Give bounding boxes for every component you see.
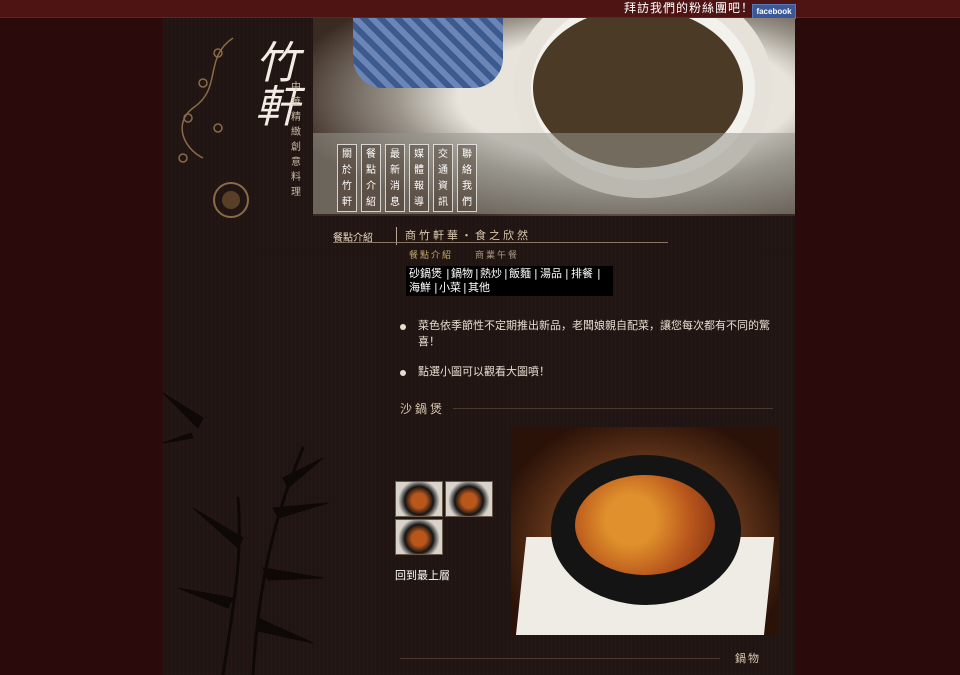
category-menu: 砂鍋煲 | 鍋物 | 熱炒 | 飯麵 | 湯品 | 排餐 | 海鮮 | 小菜 |… [406,266,613,296]
nav-menu[interactable]: 餐點介紹 [361,144,381,212]
category-link[interactable]: 熱炒 [480,267,502,281]
banner-image: 關於竹軒 餐點介紹 最新消息 媒體報導 交通資訊 聯絡我們 [313,18,795,216]
nav-menu-label: 餐點介紹 [366,149,376,208]
section-divider [453,408,773,409]
category-link[interactable]: 砂鍋煲 [409,267,442,281]
sub-link-lunch[interactable]: 商業午餐 [475,248,519,261]
category-link[interactable]: 鍋物 [451,267,473,281]
nav-news-label: 最新消息 [390,149,400,208]
logo-area: 竹軒 中華精緻創意料理 [163,18,313,248]
category-link[interactable]: 排餐 [571,267,593,281]
thumbnail-image[interactable] [395,519,443,555]
bamboo-decoration-icon [163,392,329,675]
bullet-icon [400,370,406,376]
nav-about[interactable]: 關於竹軒 [337,144,357,212]
sub-link-menu[interactable]: 餐點介紹 [409,248,453,261]
facebook-icon[interactable]: facebook [752,4,796,19]
nav-traffic[interactable]: 交通資訊 [433,144,453,212]
category-link[interactable]: 海鮮 [409,281,431,295]
bullet-icon [400,324,406,330]
main-dish-photo [511,427,779,635]
section-title: 沙鍋煲 [400,402,446,416]
category-link[interactable]: 飯麵 [509,267,531,281]
tagline: 中華精緻創意料理 [291,82,301,198]
back-to-top-link[interactable]: 回到最上層 [395,567,450,583]
tea-cup-image [353,18,503,88]
slogan: 商竹軒華・食之欣然 [405,229,531,242]
stew [575,475,715,575]
note-item: 點選小圖可以觀看大圖噴！ [418,365,550,378]
nav-contact[interactable]: 聯絡我們 [457,144,477,212]
category-link[interactable]: 其他 [468,281,490,295]
next-section-divider [400,658,720,659]
thumbnail-image[interactable] [445,481,493,517]
breadcrumb-underline [333,242,668,243]
nav-media-label: 媒體報導 [414,149,424,208]
nav-media[interactable]: 媒體報導 [409,144,429,212]
category-link[interactable]: 湯品 [540,267,562,281]
note-item: 菜色依季節性不定期推出新品，老闆娘親自配菜，讓您每次都有不同的驚喜！ [418,319,770,348]
nav-about-label: 關於竹軒 [342,149,352,208]
nav-traffic-label: 交通資訊 [438,149,448,208]
floral-ornament-icon [178,37,249,218]
top-bar: 拜訪我們的粉絲團吧！ facebook [0,0,960,19]
nav-news[interactable]: 最新消息 [385,144,405,212]
fan-page-link[interactable]: 拜訪我們的粉絲團吧！ [624,1,754,16]
next-section-title: 鍋物 [735,652,761,665]
category-link[interactable]: 小菜 [439,281,461,295]
page-container: 竹軒 中華精緻創意料理 關於竹軒 餐點介紹 最新消息 媒體報導 交通資訊 聯絡我… [163,18,795,675]
nav-contact-label: 聯絡我們 [462,149,472,208]
thumbnail-image[interactable] [395,481,443,517]
